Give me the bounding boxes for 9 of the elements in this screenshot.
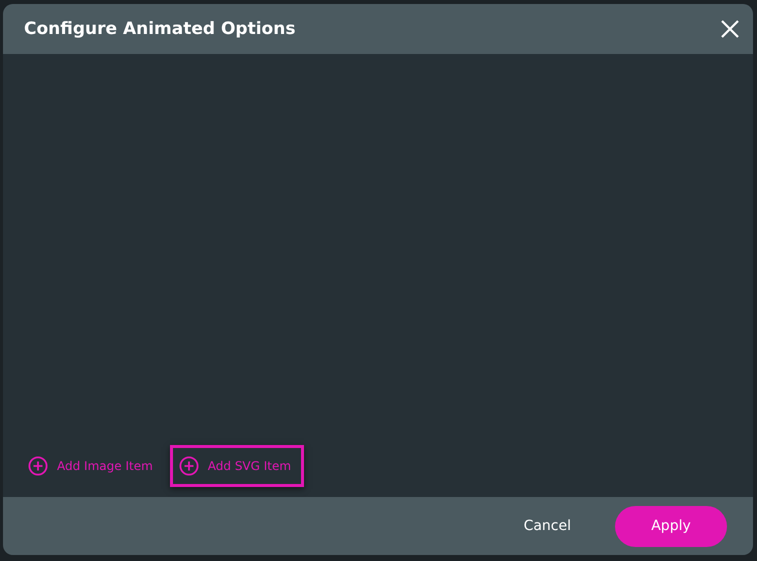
dialog-title: Configure Animated Options bbox=[24, 19, 296, 39]
add-icon bbox=[28, 456, 48, 476]
add-icon bbox=[178, 456, 199, 476]
add-item-button[interactable]: Add SVG Item bbox=[170, 445, 304, 487]
apply-button[interactable]: Apply bbox=[615, 506, 727, 546]
cancel-button[interactable]: Cancel bbox=[512, 510, 583, 542]
add-item-button[interactable]: Add Image Item bbox=[23, 445, 166, 487]
close-button[interactable] bbox=[721, 20, 739, 38]
close-icon bbox=[721, 20, 739, 38]
